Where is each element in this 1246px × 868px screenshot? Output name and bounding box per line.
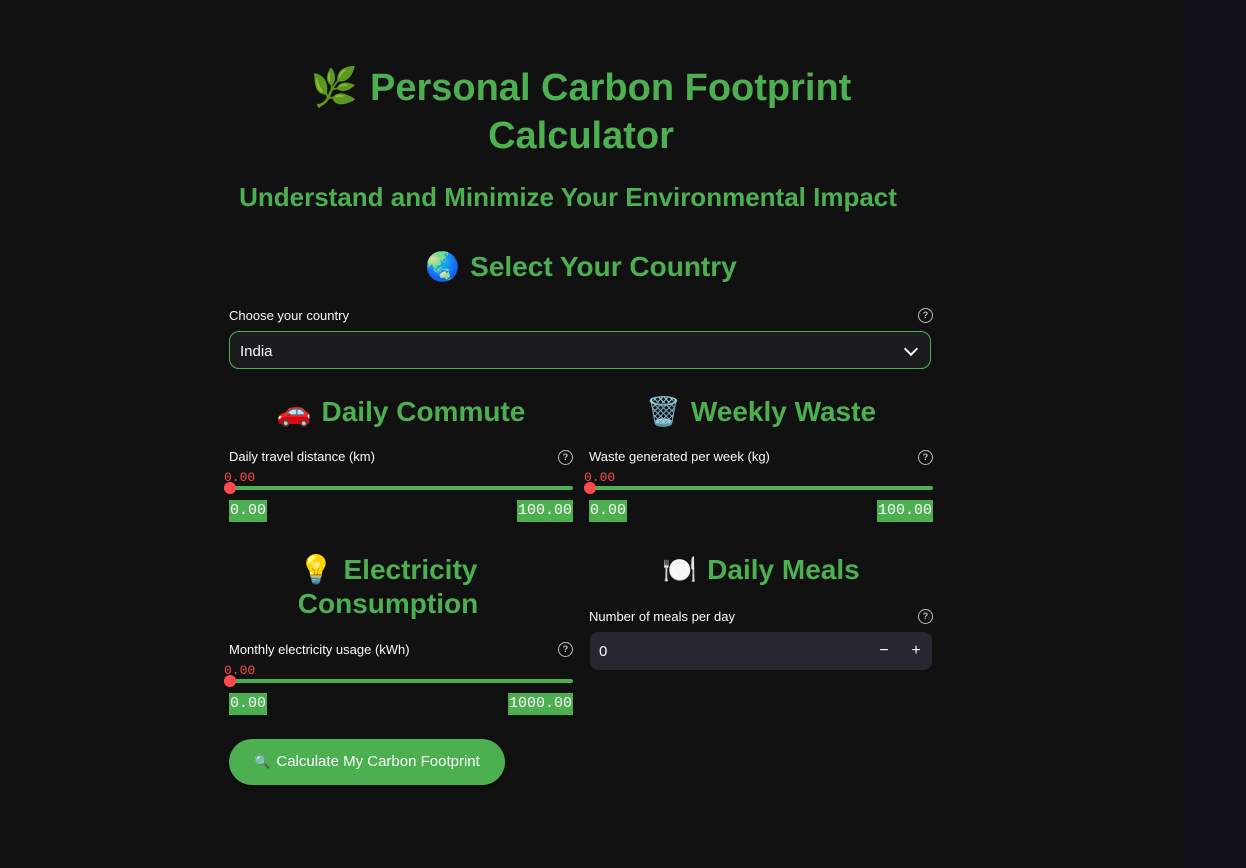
commute-slider[interactable]: 0.00 0.00 100.00 [224,470,573,530]
electricity-heading-line1: Electricity [343,554,478,585]
meals-label: Number of meals per day [589,609,735,624]
electricity-help-icon[interactable]: ? [558,642,573,657]
meals-input-value[interactable]: 0 [599,643,607,660]
electricity-label: Monthly electricity usage (kWh) [229,642,410,657]
waste-heading: 🗑️ Weekly Waste [589,395,933,429]
calculate-button-label: Calculate My Carbon Footprint [276,753,480,770]
scrollbar-gutter [1183,0,1246,868]
electricity-heading-line2: Consumption [297,588,479,619]
commute-slider-min: 0.00 [229,500,268,522]
country-select[interactable]: India [229,331,931,369]
waste-help-icon[interactable]: ? [918,450,933,465]
decrement-button[interactable]: − [873,640,895,662]
waste-slider-track[interactable] [589,486,933,490]
calculate-button[interactable]: 🔍 Calculate My Carbon Footprint [229,739,505,785]
commute-slider-max: 100.00 [516,500,573,522]
magnifier-icon: 🔍 [254,754,271,769]
commute-slider-thumb[interactable] [224,482,236,494]
commute-heading-text: Daily Commute [321,396,526,427]
electricity-slider[interactable]: 0.00 0.00 1000.00 [224,663,573,723]
page-subtitle: Understand and Minimize Your Environment… [239,182,897,212]
car-icon: 🚗 [276,396,312,427]
waste-slider-thumb[interactable] [584,482,596,494]
page-title: 🌿 Personal Carbon Footprint Calculator [229,64,933,160]
commute-heading: 🚗 Daily Commute [229,395,573,429]
waste-slider[interactable]: 0.00 0.00 100.00 [584,470,933,530]
electricity-heading: 💡 Electricity Consumption [229,553,547,621]
waste-label: Waste generated per week (kg) [589,449,770,464]
commute-help-icon[interactable]: ? [558,450,573,465]
country-heading: 🌏 Select Your Country [229,250,933,284]
country-heading-text: Select Your Country [470,251,737,282]
globe-icon: 🌏 [425,251,461,282]
meals-heading-text: Daily Meals [707,554,860,585]
increment-button[interactable]: + [905,640,927,662]
waste-heading-text: Weekly Waste [690,396,877,427]
trash-icon: 🗑️ [645,396,681,427]
country-help-icon[interactable]: ? [918,308,933,323]
page-title-text: Personal Carbon Footprint Calculator [369,67,852,157]
meals-heading: 🍽️ Daily Meals [589,553,933,587]
country-label: Choose your country [229,308,349,323]
electricity-slider-track[interactable] [229,679,573,683]
leaf-icon: 🌿 [310,67,358,109]
meals-number-input[interactable]: 0 − + [590,632,932,670]
waste-slider-min: 0.00 [589,500,628,522]
plate-icon: 🍽️ [662,554,698,585]
electricity-slider-thumb[interactable] [224,675,236,687]
commute-label: Daily travel distance (km) [229,449,375,464]
chevron-down-icon [903,341,919,357]
commute-slider-track[interactable] [229,486,573,490]
electricity-slider-min: 0.00 [229,693,268,715]
lightbulb-icon: 💡 [298,554,334,585]
country-select-value: India [240,343,273,360]
meals-help-icon[interactable]: ? [918,609,933,624]
waste-slider-max: 100.00 [876,500,933,522]
electricity-slider-max: 1000.00 [507,693,573,715]
